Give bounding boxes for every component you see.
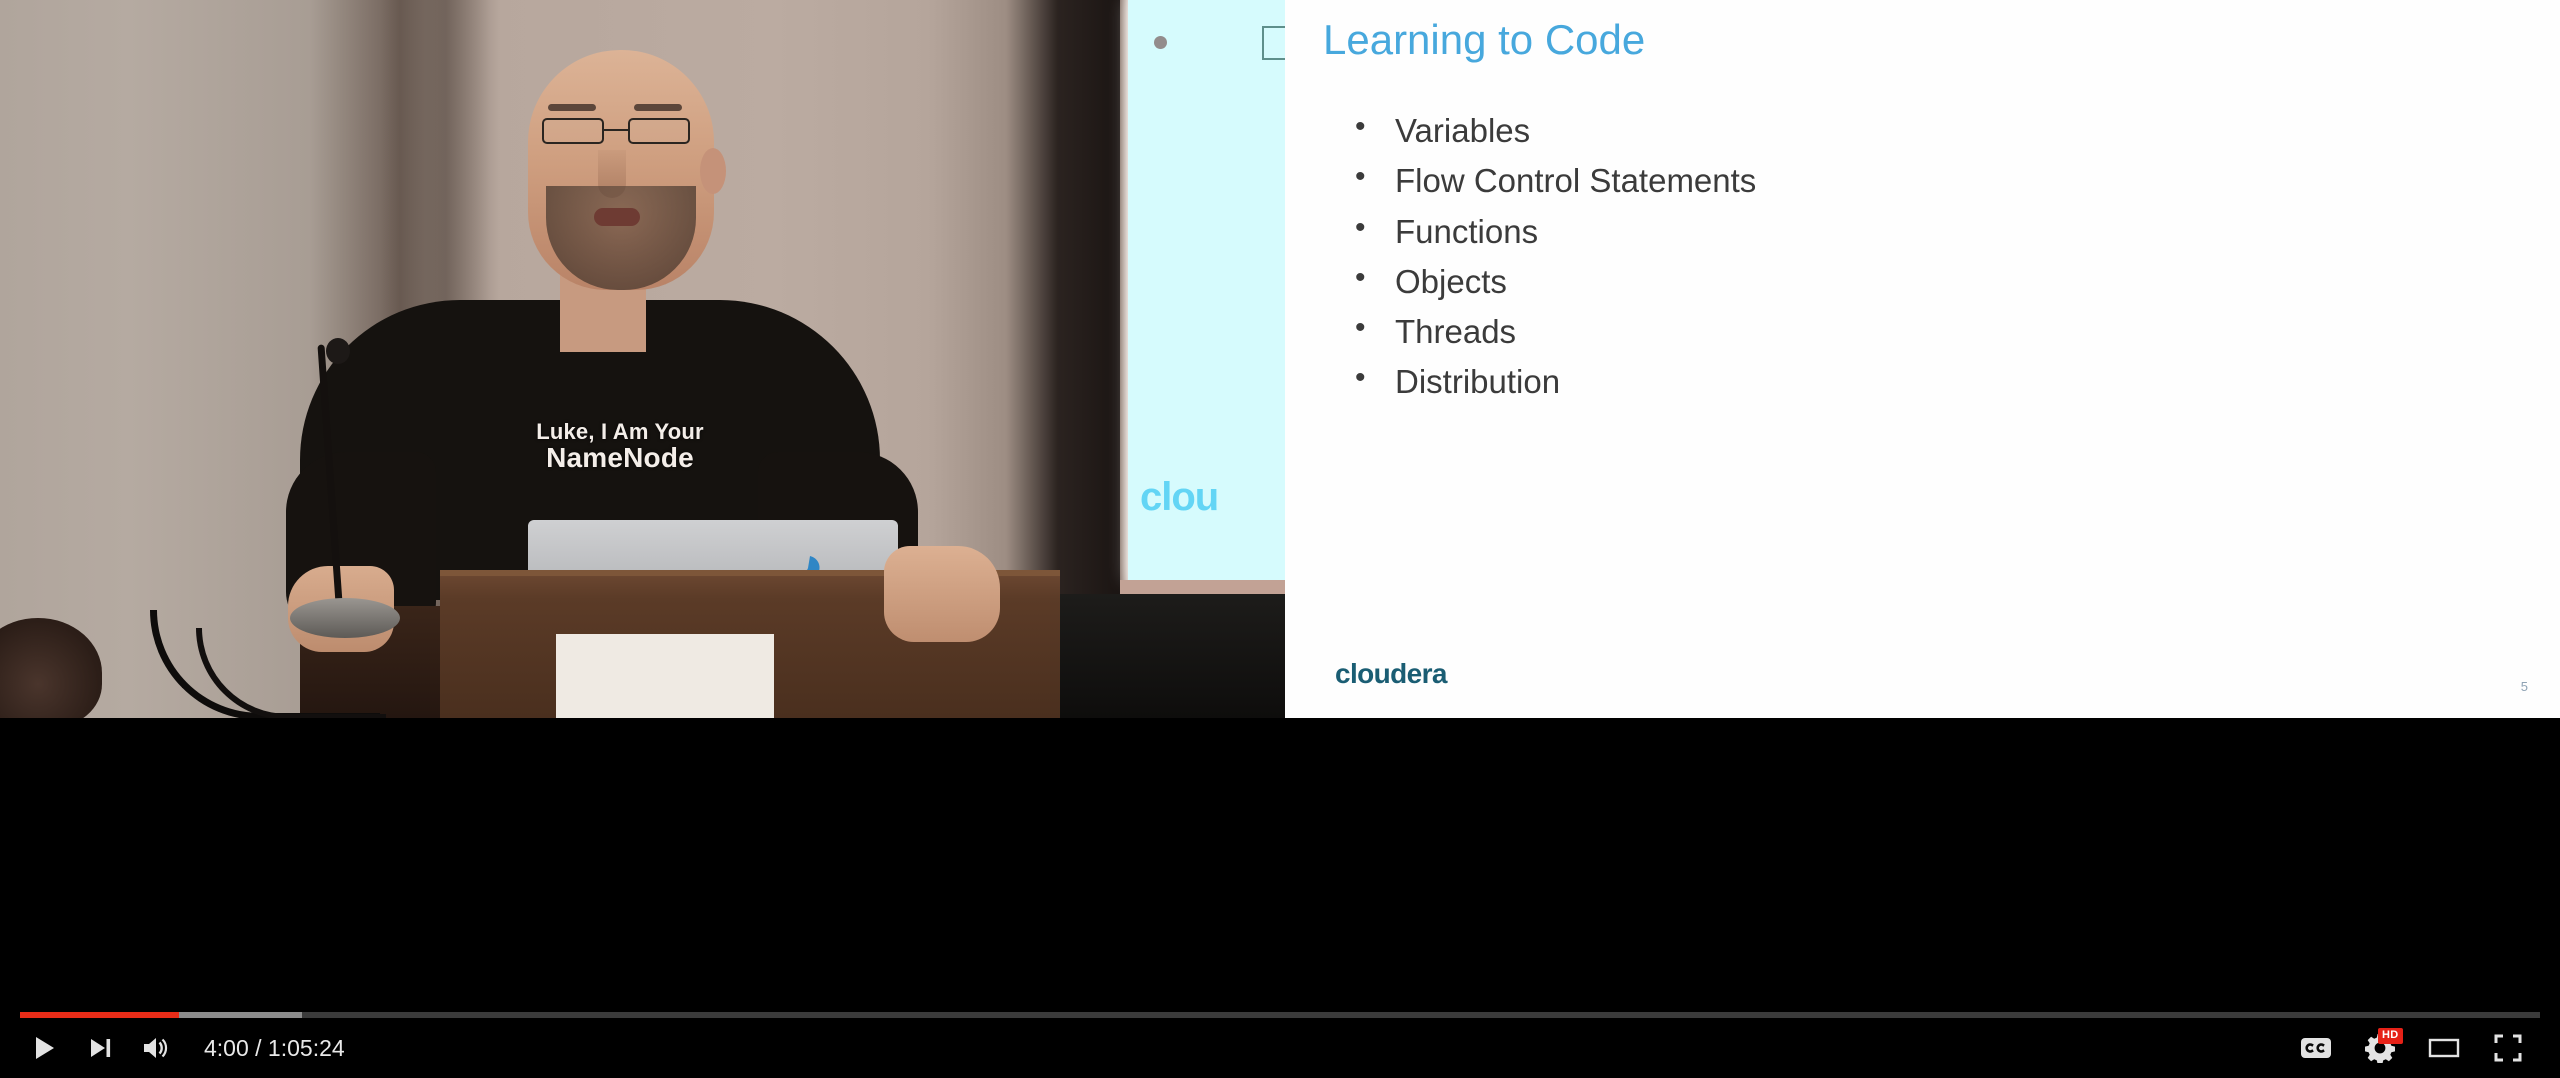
- controls-right-group[interactable]: HD: [2284, 1026, 2540, 1070]
- presentation-slide-overlay: Learning to Code Variables Flow Control …: [1285, 0, 2560, 718]
- theater-mode-button[interactable]: [2412, 1026, 2476, 1070]
- podium-front-panel: [556, 634, 774, 718]
- speaker-eyebrow-left: [548, 104, 596, 111]
- cc-icon: [2301, 1038, 2331, 1058]
- list-item: Flow Control Statements: [1347, 160, 1756, 200]
- theater-mode-icon: [2428, 1038, 2460, 1058]
- volume-icon: [144, 1038, 168, 1058]
- video-stage[interactable]: clou Luke, I Am Your NameNode Learning t…: [0, 0, 2560, 718]
- list-item: Variables: [1347, 110, 1756, 150]
- projector-screen-base: [1120, 580, 1290, 594]
- player-control-bar[interactable]: 4:00 / 1:05:24 HD: [0, 718, 2560, 1078]
- fullscreen-button[interactable]: [2476, 1026, 2540, 1070]
- next-video-icon: [91, 1039, 111, 1057]
- time-display: 4:00 / 1:05:24: [204, 1034, 345, 1061]
- next-video-button[interactable]: [72, 1026, 128, 1070]
- tshirt-line-1: Luke, I Am Your: [536, 419, 704, 444]
- control-button-row[interactable]: 4:00 / 1:05:24 HD: [0, 1018, 2560, 1078]
- slide-bullet-list: Variables Flow Control Statements Functi…: [1347, 110, 1756, 414]
- microphone-head-icon: [326, 338, 350, 364]
- volume-button[interactable]: [128, 1026, 184, 1070]
- list-item: Functions: [1347, 211, 1756, 251]
- speaker-mouth: [594, 208, 640, 226]
- play-button[interactable]: [16, 1026, 72, 1070]
- projector-cloudera-logo: clou: [1140, 475, 1219, 519]
- projector-screen: clou: [1128, 0, 1296, 580]
- stage-skirt: [1060, 594, 1290, 718]
- settings-button[interactable]: HD: [2348, 1026, 2412, 1070]
- slide-title: Learning to Code: [1323, 16, 1646, 63]
- speaker-hand-right: [884, 546, 1000, 642]
- cloudera-logo: cloudera: [1335, 658, 1448, 689]
- speaker-tshirt-text: Luke, I Am Your NameNode: [530, 420, 710, 473]
- youtube-video-player[interactable]: clou Luke, I Am Your NameNode Learning t…: [0, 0, 2560, 1078]
- controls-left-group[interactable]: 4:00 / 1:05:24: [16, 1026, 345, 1070]
- captions-button[interactable]: [2284, 1026, 2348, 1070]
- play-icon: [36, 1037, 54, 1059]
- fullscreen-icon: [2494, 1034, 2522, 1062]
- projector-bullet-icon: [1154, 36, 1167, 49]
- speaker-ear: [700, 148, 726, 194]
- speaker-eyebrow-right: [634, 104, 682, 111]
- list-item: Distribution: [1347, 361, 1756, 401]
- speaker-glasses-icon: [540, 118, 706, 144]
- list-item: Threads: [1347, 311, 1756, 351]
- list-item: Objects: [1347, 261, 1756, 301]
- slide-page-number: 5: [2520, 679, 2528, 694]
- quality-badge-hd: HD: [2378, 1028, 2403, 1044]
- tshirt-line-2: NameNode: [546, 442, 694, 474]
